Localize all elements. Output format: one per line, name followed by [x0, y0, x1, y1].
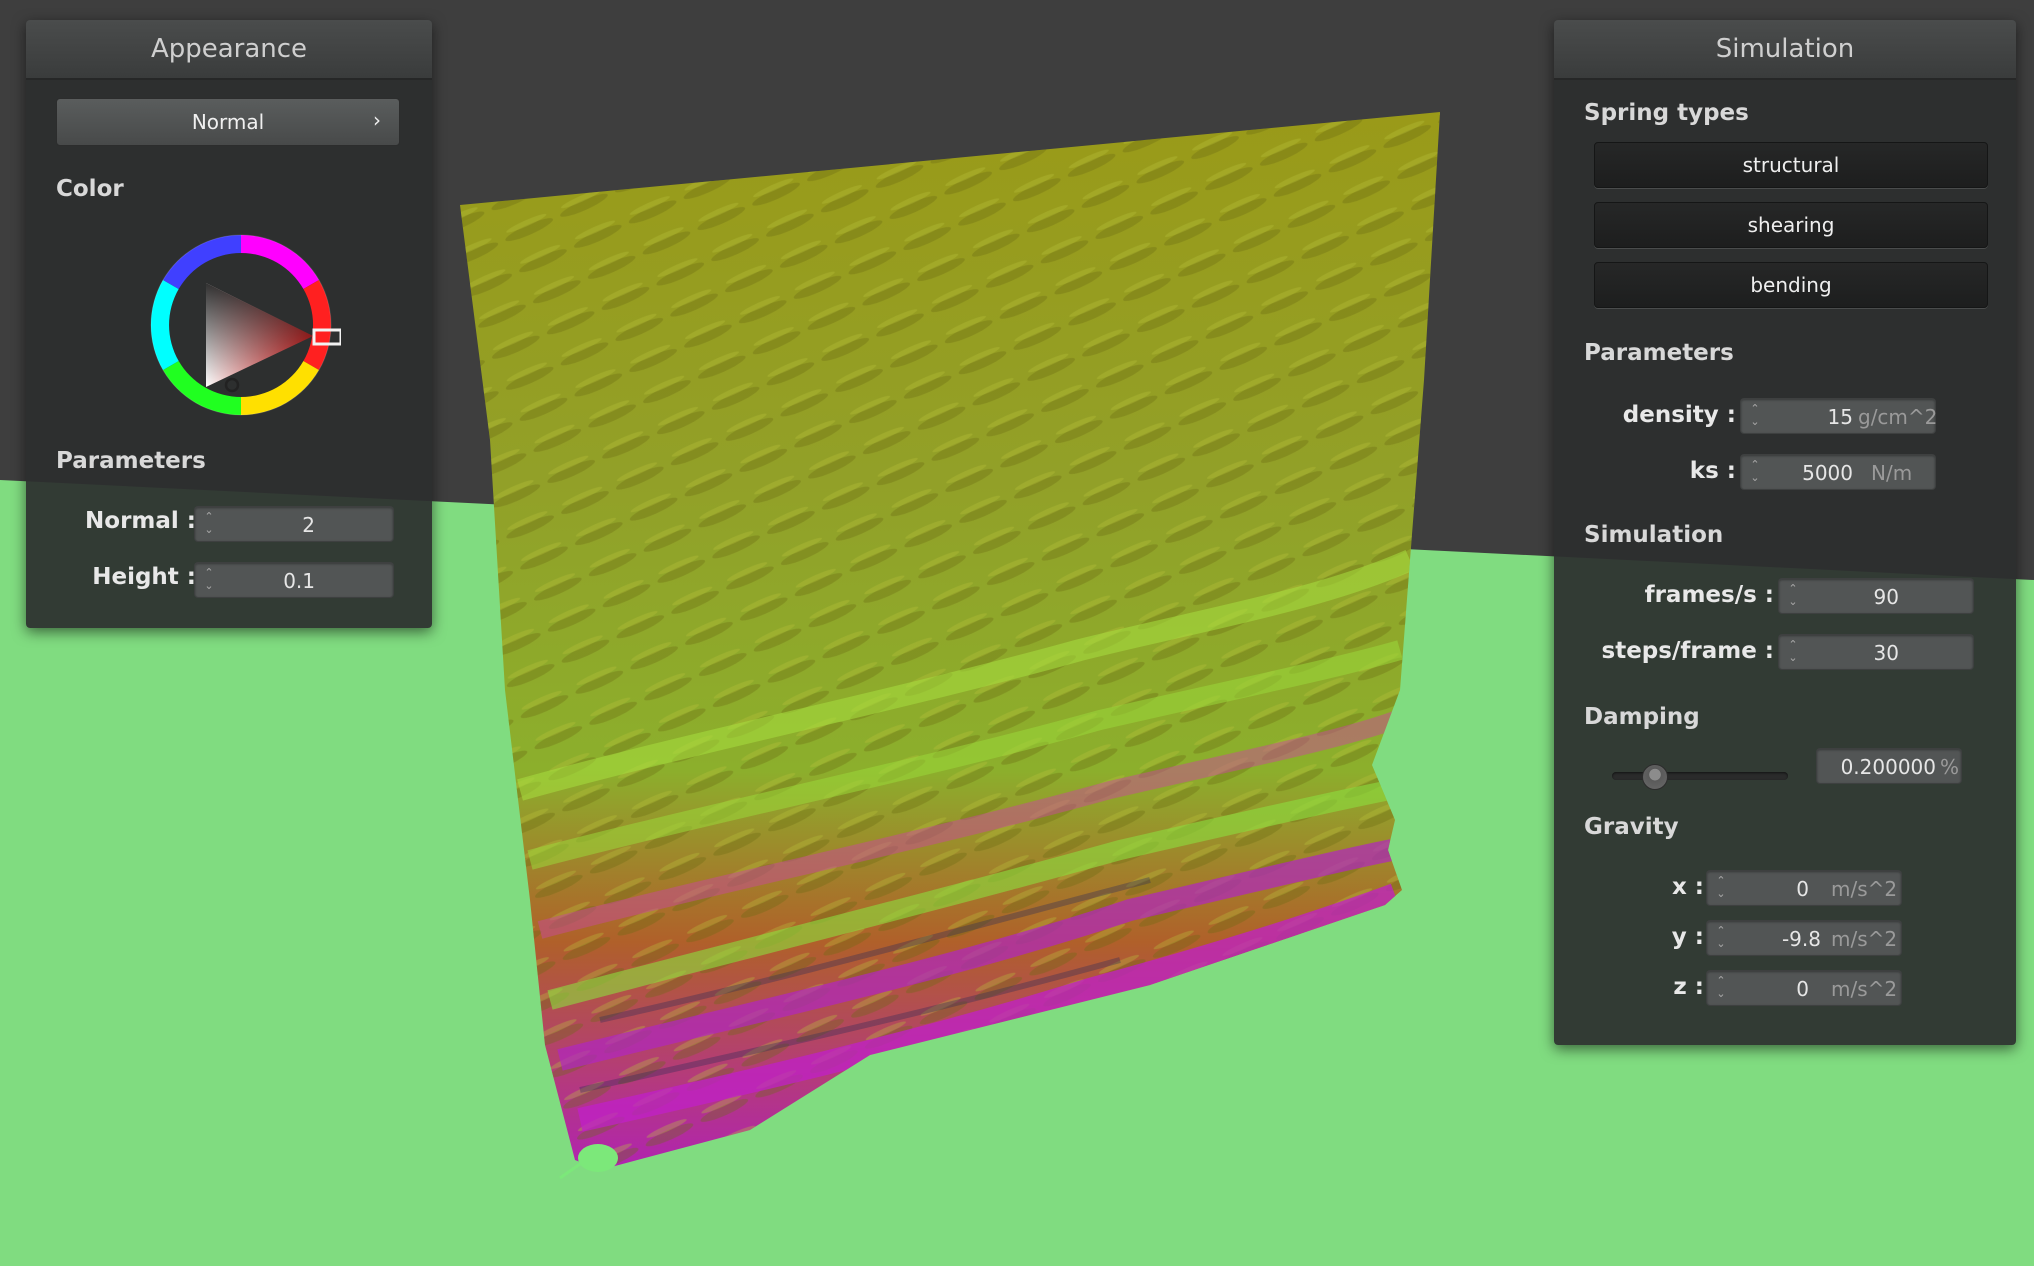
- appearance-parameters-label: Parameters: [56, 448, 206, 474]
- damping-label: Damping: [1584, 704, 1700, 730]
- damping-slider[interactable]: [1612, 762, 1788, 790]
- shading-mode-selected: Normal: [191, 110, 265, 134]
- ks-input[interactable]: ⌃ ⌄ 5000 N/m: [1740, 454, 1936, 490]
- simulation-parameters-label: Parameters: [1584, 340, 1734, 366]
- gravity-label: Gravity: [1584, 814, 1679, 840]
- gravity-x-label: x :: [1671, 874, 1704, 900]
- damping-input[interactable]: 0.200000 %: [1816, 748, 1962, 784]
- simulation-panel-title[interactable]: Simulation: [1554, 20, 2016, 80]
- normal-label: Normal :: [85, 508, 196, 534]
- steps-per-frame-input[interactable]: ⌃ ⌄ 30: [1778, 634, 1974, 670]
- simulation-panel: Simulation Spring types structural shear…: [1554, 20, 2016, 1045]
- appearance-panel: Appearance Normal › Color Parameters Nor…: [26, 20, 432, 628]
- damping-slider-track: [1612, 772, 1788, 780]
- appearance-panel-title[interactable]: Appearance: [26, 20, 432, 80]
- chevron-right-icon: ›: [373, 108, 381, 132]
- simulation-viewport[interactable]: Appearance Normal › Color Parameters Nor…: [0, 0, 2034, 1266]
- bending-spring-button[interactable]: bending: [1594, 262, 1988, 308]
- ks-label: ks :: [1689, 458, 1736, 484]
- shearing-spring-button[interactable]: shearing: [1594, 202, 1988, 248]
- gravity-y-input[interactable]: ⌃ ⌄ -9.8 m/s^2: [1706, 920, 1902, 956]
- height-input[interactable]: ⌃ ⌄ 0.1: [194, 562, 394, 598]
- simulation-section-label: Simulation: [1584, 522, 1724, 548]
- cloth-corner: [578, 1144, 618, 1172]
- structural-spring-button[interactable]: structural: [1594, 142, 1988, 188]
- spring-types-label: Spring types: [1584, 100, 1749, 126]
- height-label: Height :: [92, 564, 196, 590]
- damping-slider-knob[interactable]: [1642, 764, 1669, 790]
- color-wheel-icon[interactable]: [141, 225, 341, 425]
- gravity-y-label: y :: [1671, 924, 1704, 950]
- shading-mode-dropdown[interactable]: Normal ›: [56, 98, 400, 146]
- density-label: density :: [1622, 402, 1736, 428]
- gravity-x-input[interactable]: ⌃ ⌄ 0 m/s^2: [1706, 870, 1902, 906]
- frames-per-second-input[interactable]: ⌃ ⌄ 90: [1778, 578, 1974, 614]
- color-section-label: Color: [56, 176, 124, 202]
- normal-input[interactable]: ⌃ ⌄ 2: [194, 506, 394, 542]
- steps-per-frame-label: steps/frame :: [1601, 638, 1774, 664]
- gravity-z-input[interactable]: ⌃ ⌄ 0 m/s^2: [1706, 970, 1902, 1006]
- gravity-z-label: z :: [1673, 974, 1704, 1000]
- density-input[interactable]: ⌃ ⌄ 15 g/cm^2: [1740, 398, 1937, 434]
- frames-per-second-label: frames/s :: [1644, 582, 1774, 608]
